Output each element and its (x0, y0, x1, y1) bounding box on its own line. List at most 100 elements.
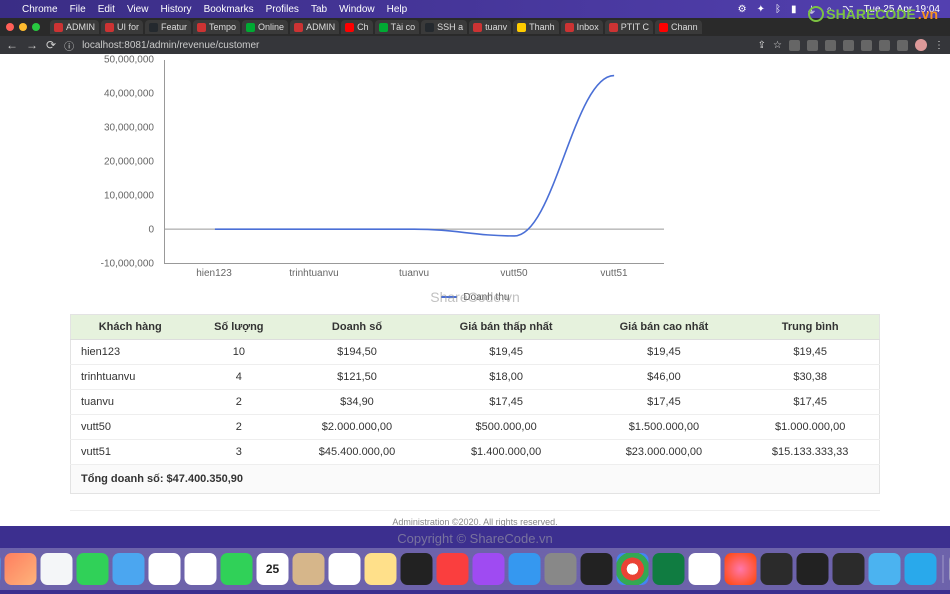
browser-tab[interactable]: Featur (145, 20, 191, 34)
dock-music-icon[interactable] (437, 553, 469, 585)
table-row: trinhtuanvu4$121,50$18,00$46,00$30,38 (71, 365, 880, 390)
control-center-icon[interactable]: ⌥ (842, 4, 854, 15)
dock-finder-icon[interactable] (0, 553, 1, 585)
dock-mail-icon[interactable] (113, 553, 145, 585)
dock-telegram-icon[interactable] (905, 553, 937, 585)
extension-icon[interactable] (807, 40, 818, 51)
menu-bookmarks[interactable]: Bookmarks (204, 4, 254, 15)
dock-calendar-icon[interactable]: 25 (257, 553, 289, 585)
extension-icon[interactable] (789, 40, 800, 51)
dock-appstore-icon[interactable] (509, 553, 541, 585)
menu-view[interactable]: View (127, 4, 149, 15)
status-icon: ⚙ (738, 4, 747, 15)
browser-tab[interactable]: ADMIN (50, 20, 99, 34)
dock-chrome-icon[interactable] (617, 553, 649, 585)
extension-icon[interactable] (897, 40, 908, 51)
tab-title: ADMIN (306, 22, 335, 32)
table-cell: $30,38 (741, 365, 879, 390)
table-total: Tổng doanh số: $47.400.350,90 (71, 465, 880, 494)
clock[interactable]: Tue 25 Apr 19:04 (864, 4, 940, 15)
nav-forward-button[interactable]: → (26, 38, 38, 52)
dock-facetime-icon[interactable] (221, 553, 253, 585)
dock-location-icon[interactable] (869, 553, 901, 585)
browser-tab[interactable]: Inbox (561, 20, 603, 34)
extension-icon[interactable] (879, 40, 890, 51)
table-cell: vutt50 (71, 415, 190, 440)
dock-intellij-icon[interactable] (761, 553, 793, 585)
x-axis-tick: vutt51 (564, 268, 664, 279)
menu-file[interactable]: File (70, 4, 86, 15)
dock-launchpad-icon[interactable] (5, 553, 37, 585)
tab-title: Chann (671, 22, 698, 32)
dock-datagrip-icon[interactable] (833, 553, 865, 585)
menubar-app[interactable]: Chrome (22, 4, 58, 15)
tab-favicon-icon (105, 23, 114, 32)
menu-help[interactable]: Help (387, 4, 408, 15)
browser-tab[interactable]: Chann (655, 20, 702, 34)
profile-avatar-icon[interactable] (915, 39, 927, 51)
dock-clock-icon[interactable] (797, 553, 829, 585)
search-icon[interactable]: ⌕ (827, 4, 833, 15)
table-cell: $17,45 (426, 390, 587, 415)
table-cell: 2 (189, 390, 288, 415)
browser-tab[interactable]: ADMIN (290, 20, 339, 34)
dock-safari-icon[interactable] (41, 553, 73, 585)
menu-window[interactable]: Window (339, 4, 375, 15)
tab-favicon-icon (246, 23, 255, 32)
menu-history[interactable]: History (160, 4, 191, 15)
dock-messages-icon[interactable] (77, 553, 109, 585)
browser-tab[interactable]: Tempo (193, 20, 240, 34)
dock-photos-icon[interactable] (185, 553, 217, 585)
table-cell: 3 (189, 440, 288, 465)
browser-tab[interactable]: PTIT C (605, 20, 653, 34)
site-info-icon[interactable]: ⓘ (64, 38, 74, 53)
bookmark-icon[interactable]: ☆ (773, 40, 782, 51)
table-cell: hien123 (71, 340, 190, 365)
dock-contacts-icon[interactable] (293, 553, 325, 585)
browser-tab[interactable]: Tài co (375, 20, 420, 34)
tab-favicon-icon (379, 23, 388, 32)
extension-icon[interactable] (843, 40, 854, 51)
extension-icon[interactable] (825, 40, 836, 51)
dock-maps-icon[interactable] (149, 553, 181, 585)
legend-label: Doanh thu (463, 292, 509, 303)
dock-terminal-icon[interactable] (581, 553, 613, 585)
extension-icon[interactable] (861, 40, 872, 51)
share-icon[interactable]: ⇪ (758, 40, 766, 51)
battery-icon[interactable]: ▮ (791, 4, 797, 15)
window-minimize-button[interactable] (19, 23, 27, 31)
dock-excel-icon[interactable] (653, 553, 685, 585)
nav-back-button[interactable]: ← (6, 38, 18, 52)
table-cell: $23.000.000,00 (587, 440, 742, 465)
dock-zalo-icon[interactable] (689, 553, 721, 585)
wifi-icon[interactable]: ⏚ (807, 2, 817, 17)
menu-tab[interactable]: Tab (311, 4, 327, 15)
bluetooth-icon[interactable]: ᛒ (775, 4, 781, 15)
table-header: Trung bình (741, 315, 879, 340)
window-maximize-button[interactable] (32, 23, 40, 31)
x-axis-tick: trinhtuanvu (264, 268, 364, 279)
table-row: tuanvu2$34,90$17,45$17,45$17,45 (71, 390, 880, 415)
nav-reload-button[interactable]: ⟳ (46, 38, 56, 52)
dock-reminders-icon[interactable] (329, 553, 361, 585)
dock-app-icon[interactable] (725, 553, 757, 585)
chrome-menu-icon[interactable]: ⋮ (934, 40, 944, 51)
dock-podcasts-icon[interactable] (473, 553, 505, 585)
table-row: vutt513$45.400.000,00$1.400.000,00$23.00… (71, 440, 880, 465)
dock-notes-icon[interactable] (365, 553, 397, 585)
dock-tv-icon[interactable] (401, 553, 433, 585)
menu-profiles[interactable]: Profiles (266, 4, 299, 15)
menu-edit[interactable]: Edit (98, 4, 115, 15)
browser-tab[interactable]: Thanh (513, 20, 559, 34)
browser-tab[interactable]: Online (242, 20, 288, 34)
browser-tab[interactable]: SSH a (421, 20, 467, 34)
tab-title: Inbox (577, 22, 599, 32)
window-close-button[interactable] (6, 23, 14, 31)
tab-title: Thanh (529, 22, 555, 32)
browser-tab[interactable]: tuanv (469, 20, 511, 34)
dock-settings-icon[interactable] (545, 553, 577, 585)
browser-tab[interactable]: UI for (101, 20, 143, 34)
page-content: 50,000,00040,000,00030,000,00020,000,000… (0, 54, 950, 526)
browser-tab[interactable]: Ch (341, 20, 373, 34)
address-bar[interactable]: localhost:8081/admin/revenue/customer (82, 40, 750, 51)
